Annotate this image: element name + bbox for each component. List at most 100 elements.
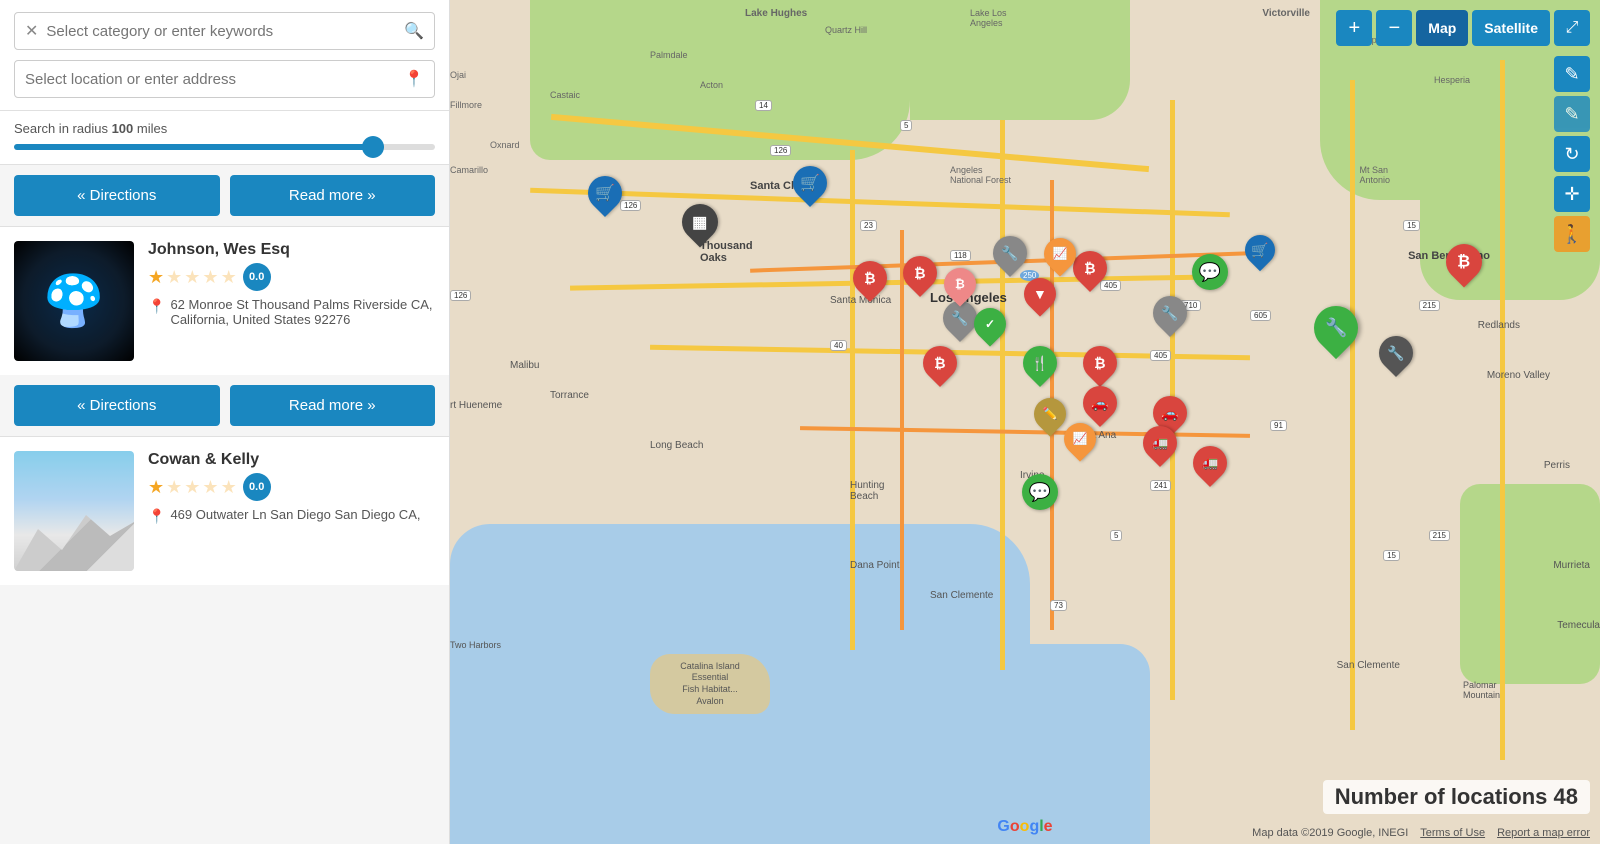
star-2-2: ★ xyxy=(166,477,182,498)
marker-cart-1[interactable]: 🛒 xyxy=(588,176,622,210)
locations-count: Number of locations 48 xyxy=(1323,780,1590,814)
listing-image-2 xyxy=(14,451,134,571)
marker-trending-2[interactable]: 📈 xyxy=(1044,238,1076,270)
star-1-2: ★ xyxy=(166,267,182,288)
person-button[interactable]: 🚶 xyxy=(1554,216,1590,252)
marker-pink-1[interactable]: ₿ xyxy=(944,268,976,300)
listing-card-2: Cowan & Kelly ★ ★ ★ ★ ★ 0.0 📍 469 Outwat… xyxy=(0,436,449,585)
location-input[interactable] xyxy=(25,71,404,88)
zoom-in-button[interactable]: + xyxy=(1336,10,1372,46)
marker-chat-green-2[interactable]: ✓ xyxy=(974,308,1006,340)
first-listing-actions: « Directions Read more » xyxy=(0,165,449,226)
edit-button-2[interactable]: ✎ xyxy=(1554,96,1590,132)
keyword-search-icon: 🔍 xyxy=(404,21,424,41)
satellite-view-button[interactable]: Satellite xyxy=(1472,10,1550,46)
keyword-search-box[interactable]: ✕ 🔍 xyxy=(14,12,435,50)
listing-address-2: 📍 469 Outwater Ln San Diego San Diego CA… xyxy=(148,507,435,525)
address-icon-2: 📍 xyxy=(148,508,165,525)
radius-slider-fill xyxy=(14,144,384,150)
marker-car-1[interactable]: 🚗 xyxy=(1083,386,1117,420)
marker-food-1[interactable]: 🍴 xyxy=(1023,346,1057,380)
marker-pencil-1[interactable]: ✏️ xyxy=(1034,398,1066,430)
marker-chat-1[interactable]: 💬 xyxy=(1192,254,1228,290)
marker-chat-2[interactable]: 💬 xyxy=(1022,474,1058,510)
road-vertical-2 xyxy=(1000,120,1005,670)
map-area[interactable]: Catalina IslandEssentialFish Habitat...A… xyxy=(450,0,1600,844)
marker-wrench-4[interactable]: 🔧 xyxy=(1379,336,1413,370)
catalina-island: Catalina IslandEssentialFish Habitat...A… xyxy=(650,654,770,714)
rating-badge-2: 0.0 xyxy=(243,473,271,501)
road-vertical-4 xyxy=(1350,80,1355,730)
keyword-input[interactable] xyxy=(46,23,404,40)
read-more-button-2[interactable]: Read more » xyxy=(230,385,436,426)
radius-text: Search in radius 100 miles xyxy=(14,121,435,136)
listing-info-1: Johnson, Wes Esq ★ ★ ★ ★ ★ 0.0 📍 62 Monr… xyxy=(148,241,435,361)
marker-building-1[interactable]: ▦ xyxy=(682,204,718,240)
directions-button-2[interactable]: « Directions xyxy=(14,385,220,426)
listing-stars-2: ★ ★ ★ ★ ★ 0.0 xyxy=(148,473,435,501)
google-brand: Google xyxy=(997,818,1052,836)
clear-keyword-button[interactable]: ✕ xyxy=(25,21,38,41)
listing-address-1: 📍 62 Monroe St Thousand Palms Riverside … xyxy=(148,297,435,327)
green-area-5 xyxy=(1460,484,1600,684)
map-controls-right: ✎ ✎ ↻ ✛ 🚶 xyxy=(1554,56,1590,252)
marker-car-4[interactable]: 🚛 xyxy=(1193,446,1227,480)
road-405 xyxy=(570,274,1220,290)
star-2-4: ★ xyxy=(202,477,218,498)
star-2-3: ★ xyxy=(184,477,200,498)
marker-cart-3[interactable]: 🛒 xyxy=(1245,235,1275,265)
terms-link[interactable]: Terms of Use xyxy=(1420,827,1485,839)
map-canvas: Catalina IslandEssentialFish Habitat...A… xyxy=(450,0,1600,844)
rating-badge-1: 0.0 xyxy=(243,263,271,291)
marker-bitcoin-5[interactable]: ₿ xyxy=(1083,346,1117,380)
star-1-4: ★ xyxy=(202,267,218,288)
marker-wrench-1[interactable]: 🔧 xyxy=(993,236,1027,270)
star-1-5: ★ xyxy=(221,267,237,288)
marker-wrench-green[interactable]: 🔧 xyxy=(1314,306,1358,350)
report-link[interactable]: Report a map error xyxy=(1497,827,1590,839)
refresh-button[interactable]: ↻ xyxy=(1554,136,1590,172)
star-2-5: ★ xyxy=(221,477,237,498)
marker-bitcoin-6[interactable]: ₿ xyxy=(1446,244,1482,280)
marker-bitcoin-4[interactable]: ₿ xyxy=(923,346,957,380)
star-1-1: ★ xyxy=(148,267,164,288)
marker-bitcoin-2[interactable]: ₿ xyxy=(903,256,937,290)
star-2-1: ★ xyxy=(148,477,164,498)
marker-trending-1[interactable]: ▼ xyxy=(1024,278,1056,310)
map-attribution: Map data ©2019 Google, INEGI Terms of Us… xyxy=(1252,827,1590,839)
road-vertical-5 xyxy=(1500,60,1505,760)
listing-stars-1: ★ ★ ★ ★ ★ 0.0 xyxy=(148,263,435,291)
road-vertical-1 xyxy=(850,150,855,650)
marker-bitcoin-1[interactable]: ₿ xyxy=(853,261,887,295)
marker-trending-3[interactable]: 📈 xyxy=(1064,423,1096,455)
address-icon-1: 📍 xyxy=(148,298,165,327)
second-listing-actions: « Directions Read more » xyxy=(0,375,449,436)
directions-button-1[interactable]: « Directions xyxy=(14,175,220,216)
marker-cart-2[interactable]: 🛒 xyxy=(793,166,827,200)
green-area-2 xyxy=(910,0,1130,120)
ocean-area-2 xyxy=(750,644,1150,844)
move-button[interactable]: ✛ xyxy=(1554,176,1590,212)
zoom-out-button[interactable]: − xyxy=(1376,10,1412,46)
marker-wrench-3[interactable]: 🔧 xyxy=(1153,296,1187,330)
fullscreen-button[interactable]: ⤢ xyxy=(1554,10,1590,46)
listing-name-1: Johnson, Wes Esq xyxy=(148,241,435,259)
marker-car-3[interactable]: 🚛 xyxy=(1143,426,1177,460)
read-more-button-1[interactable]: Read more » xyxy=(230,175,436,216)
map-controls-top-right: + − Map Satellite ⤢ xyxy=(1336,10,1590,46)
listing-card-1: Johnson, Wes Esq ★ ★ ★ ★ ★ 0.0 📍 62 Monr… xyxy=(0,226,449,375)
listing-image-1 xyxy=(14,241,134,361)
edit-map-button[interactable]: ✎ xyxy=(1554,56,1590,92)
radius-slider-track xyxy=(14,144,435,150)
search-section: ✕ 🔍 📍 xyxy=(0,0,449,111)
star-1-3: ★ xyxy=(184,267,200,288)
map-view-button[interactable]: Map xyxy=(1416,10,1468,46)
location-pin-icon: 📍 xyxy=(404,69,424,89)
radius-slider-thumb[interactable] xyxy=(362,136,384,158)
left-panel: ✕ 🔍 📍 Search in radius 100 miles « Direc… xyxy=(0,0,450,844)
listing-name-2: Cowan & Kelly xyxy=(148,451,435,469)
location-search-box[interactable]: 📍 xyxy=(14,60,435,98)
listing-info-2: Cowan & Kelly ★ ★ ★ ★ ★ 0.0 📍 469 Outwat… xyxy=(148,451,435,571)
radius-section: Search in radius 100 miles xyxy=(0,111,449,165)
marker-bitcoin-3[interactable]: ₿ xyxy=(1073,251,1107,285)
